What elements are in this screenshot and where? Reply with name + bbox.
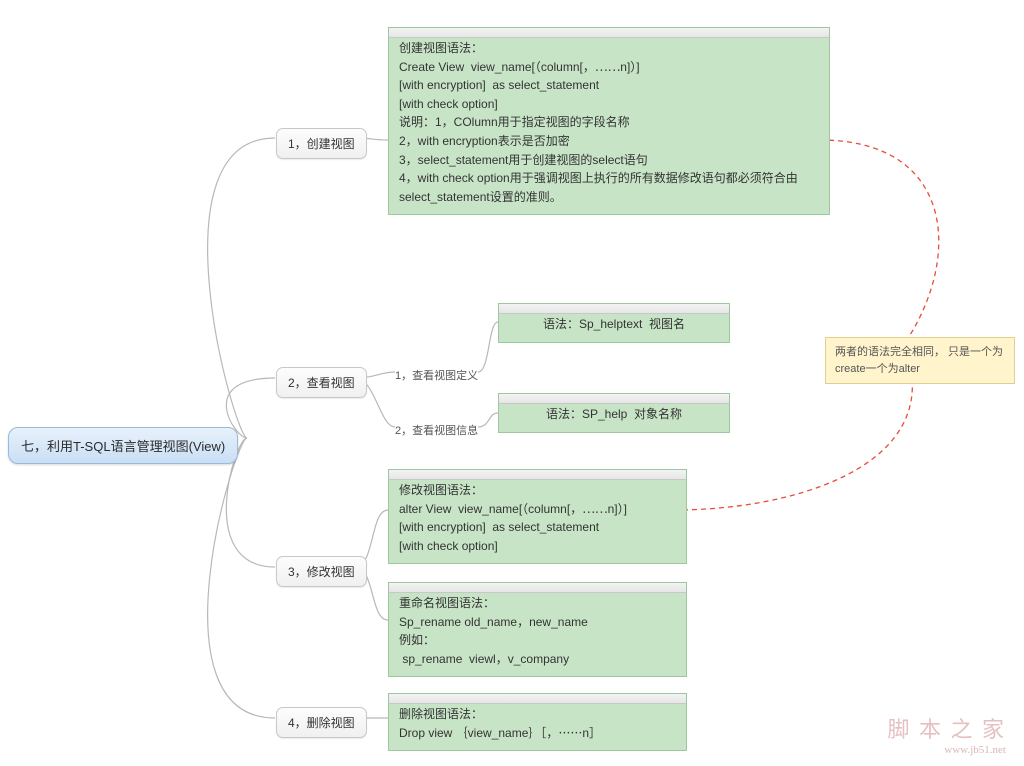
branch-view-view[interactable]: 2，查看视图 bbox=[276, 367, 367, 398]
detail-rename-syntax[interactable]: 重命名视图语法： Sp_rename old_name，new_name 例如：… bbox=[388, 582, 687, 677]
watermark-title: 脚 本 之 家 bbox=[887, 712, 1006, 744]
detail-sp-helptext[interactable]: 语法：Sp_helptext 视图名 bbox=[498, 303, 730, 343]
branch-create-view[interactable]: 1，创建视图 bbox=[276, 128, 367, 159]
watermark: 脚 本 之 家 www.jb51.net bbox=[887, 712, 1006, 756]
leaf-view-definition: 1，查看视图定义 bbox=[395, 367, 478, 383]
annotation-note: 两者的语法完全相同， 只是一个为create一个为alter bbox=[825, 337, 1015, 384]
detail-sp-help[interactable]: 语法：SP_help 对象名称 bbox=[498, 393, 730, 433]
root-node[interactable]: 七，利用T-SQL语言管理视图(View) bbox=[8, 427, 238, 464]
leaf-view-info: 2，查看视图信息 bbox=[395, 422, 478, 438]
detail-create-syntax[interactable]: 创建视图语法： Create View view_name[（column[，⋯… bbox=[388, 27, 830, 215]
detail-alter-syntax[interactable]: 修改视图语法： alter View view_name[（column[，⋯⋯… bbox=[388, 469, 687, 564]
watermark-url: www.jb51.net bbox=[887, 744, 1006, 756]
branch-drop-view[interactable]: 4，删除视图 bbox=[276, 707, 367, 738]
branch-alter-view[interactable]: 3，修改视图 bbox=[276, 556, 367, 587]
detail-drop-syntax[interactable]: 删除视图语法： Drop view ｛view_name｝［，⋯⋯n］ bbox=[388, 693, 687, 751]
